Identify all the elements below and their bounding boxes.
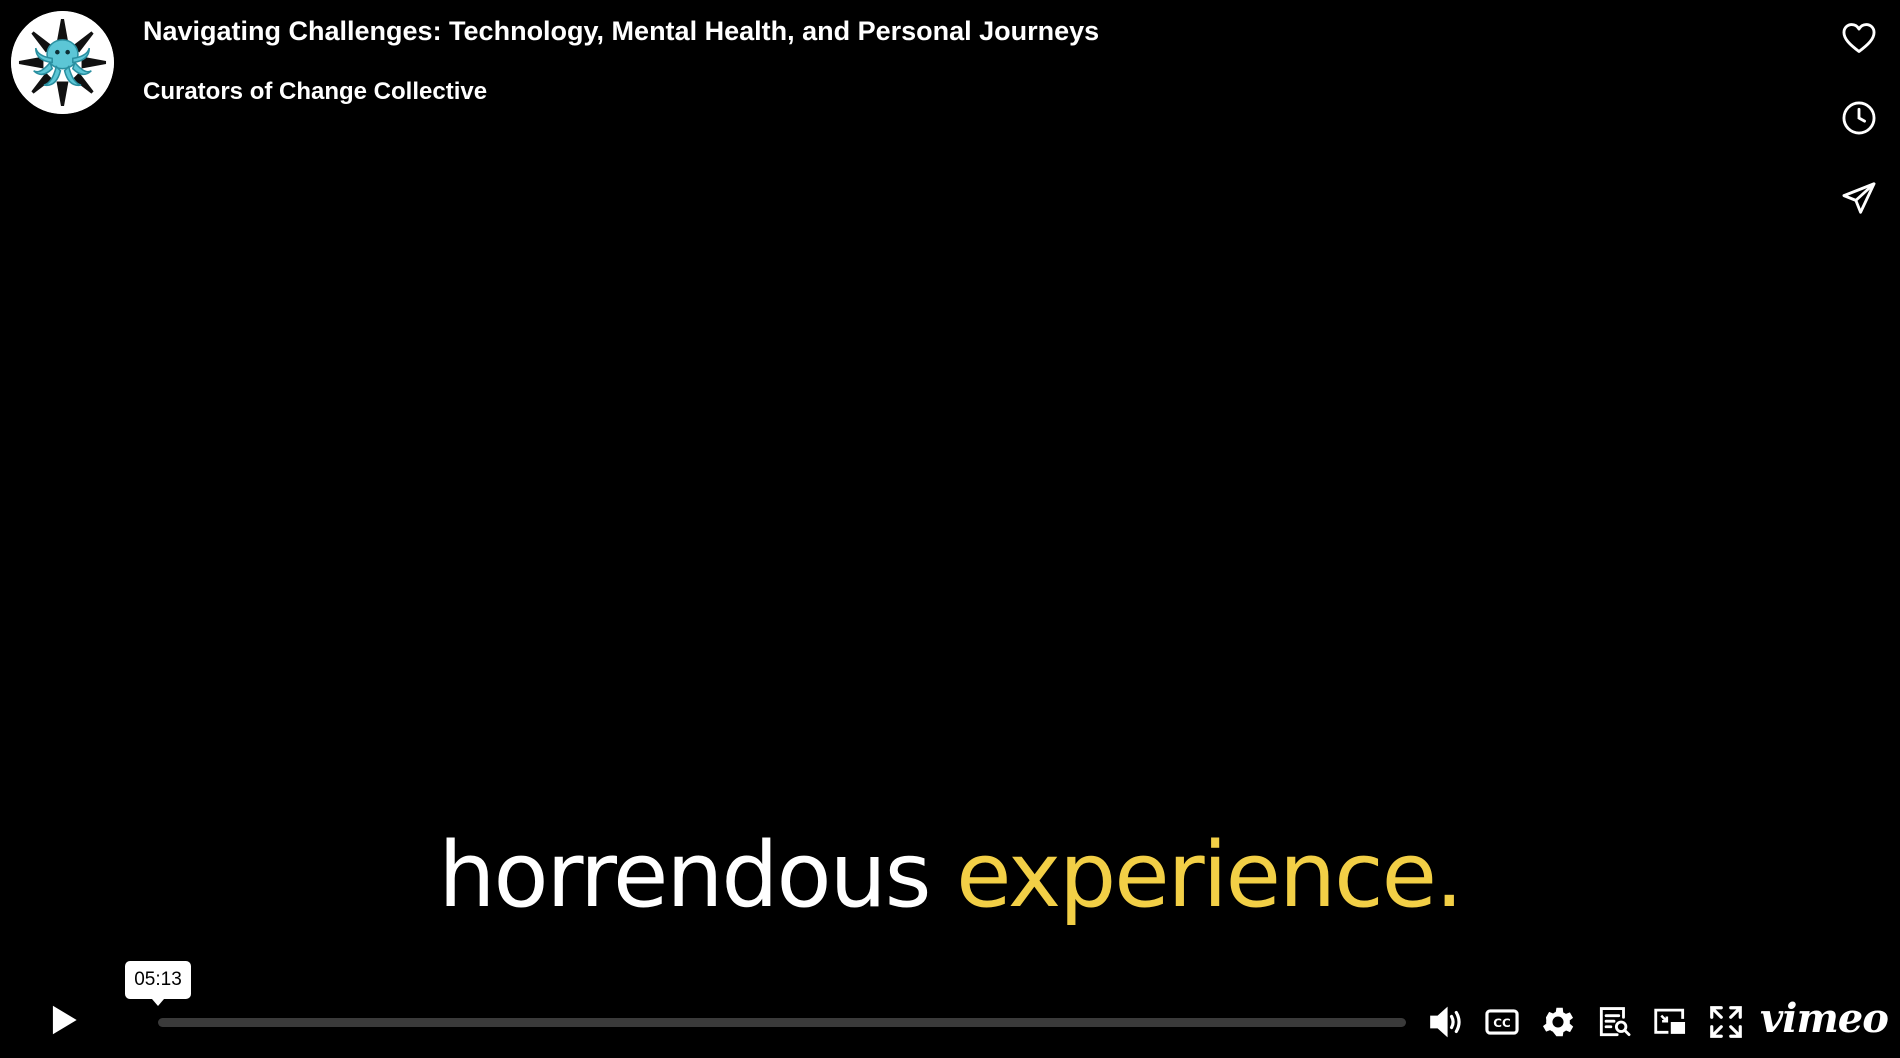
volume-icon (1430, 1006, 1461, 1038)
fullscreen-icon (1710, 1006, 1742, 1038)
volume-button[interactable] (1423, 999, 1469, 1045)
captions-icon: CC (1485, 1009, 1519, 1035)
transcript-icon (1599, 1007, 1631, 1037)
video-title[interactable]: Navigating Challenges: Technology, Menta… (143, 16, 1099, 47)
play-icon (52, 1005, 77, 1035)
captions-button[interactable]: CC (1479, 999, 1525, 1045)
time-tooltip: 05:13 (125, 961, 191, 1006)
svg-text:CC: CC (1493, 1016, 1510, 1030)
watch-later-button[interactable] (1836, 95, 1882, 141)
progress-bar[interactable] (158, 1018, 1406, 1027)
caption-word-2: experience. (956, 823, 1463, 928)
like-button[interactable] (1836, 15, 1882, 61)
picture-in-picture-icon (1654, 1008, 1686, 1034)
fullscreen-button[interactable] (1703, 999, 1749, 1045)
share-button[interactable] (1836, 175, 1882, 221)
channel-name[interactable]: Curators of Change Collective (143, 78, 487, 106)
octopus-compass-logo (11, 11, 114, 114)
clock-icon (1842, 101, 1876, 135)
settings-icon (1542, 1007, 1574, 1037)
transcript-button[interactable] (1591, 999, 1637, 1045)
play-button[interactable] (40, 996, 88, 1044)
paper-plane-icon (1842, 182, 1876, 214)
picture-in-picture-button[interactable] (1647, 999, 1693, 1045)
channel-avatar[interactable] (11, 11, 114, 114)
subtitle-caption: horrendous experience. (0, 826, 1900, 925)
settings-button[interactable] (1535, 999, 1581, 1045)
heart-icon (1842, 23, 1876, 53)
vimeo-logo[interactable]: vimeo (1760, 994, 1889, 1044)
caption-word-1: horrendous (438, 823, 931, 928)
